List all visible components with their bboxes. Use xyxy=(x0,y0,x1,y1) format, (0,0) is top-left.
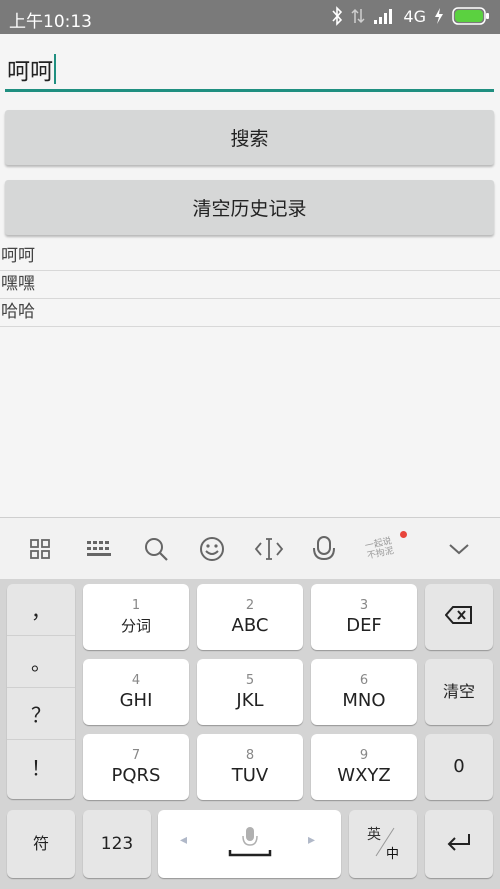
key-label: GHI xyxy=(119,689,153,711)
network-type: 4G xyxy=(403,6,426,26)
backspace-icon xyxy=(444,605,473,629)
punct-comma-key[interactable]: ， xyxy=(7,584,75,636)
punct-question-key[interactable]: ？ xyxy=(7,688,75,740)
app-content: 呵呵 搜索 清空历史记录 呵呵 嘿嘿 哈哈 xyxy=(0,34,500,517)
space-key[interactable]: ◂ ▸ xyxy=(158,810,341,878)
key-label: TUV xyxy=(231,764,269,786)
clear-key-label: 清空 xyxy=(442,682,475,701)
emoji-icon[interactable] xyxy=(195,532,229,566)
punctuation-column: ， 。 ？ ！ xyxy=(7,584,75,799)
key-num: 5 xyxy=(245,672,255,688)
numeric-key[interactable]: 123 xyxy=(83,810,151,878)
space-microphone-icon xyxy=(228,826,272,862)
backspace-key[interactable] xyxy=(425,584,493,650)
punct-period-key[interactable]: 。 xyxy=(7,636,75,688)
zero-key[interactable]: 0 xyxy=(425,734,493,800)
status-time: 上午10:13 xyxy=(9,12,92,32)
keyboard-toolbar: 一起说 不拘泥 xyxy=(0,517,500,579)
space-left-arrow: ◂ xyxy=(180,832,188,848)
charging-icon xyxy=(434,7,444,25)
key-label: WXYZ xyxy=(337,764,391,786)
search-input[interactable]: 呵呵 xyxy=(5,48,494,92)
lang-zh-label: 中 xyxy=(386,847,400,862)
symbol-key-label: 符 xyxy=(32,834,49,853)
key-num: 2 xyxy=(245,597,255,613)
key-num: 4 xyxy=(131,672,141,688)
key-label: 分词 xyxy=(120,616,151,635)
key-4[interactable]: 4 GHI xyxy=(83,659,189,725)
status-bar: 上午10:13 4G xyxy=(0,0,500,34)
enter-key[interactable] xyxy=(425,810,493,878)
status-icons: 4G xyxy=(331,6,490,26)
key-label: MNO xyxy=(342,689,386,711)
history-item[interactable]: 哈哈 xyxy=(0,299,500,327)
microphone-icon[interactable] xyxy=(307,532,341,566)
key-5[interactable]: 5 JKL xyxy=(197,659,303,725)
key-num: 7 xyxy=(131,747,141,763)
keyboard-icon[interactable] xyxy=(82,532,116,566)
key-num: 6 xyxy=(359,672,369,688)
collapse-chevron-icon[interactable] xyxy=(442,532,476,566)
key-label: ABC xyxy=(231,614,269,636)
key-num: 9 xyxy=(359,747,369,763)
language-switch-key[interactable]: 英 中 xyxy=(349,810,417,878)
key-3[interactable]: 3 DEF xyxy=(311,584,417,650)
bluetooth-icon xyxy=(331,6,343,26)
clear-history-button[interactable]: 清空历史记录 xyxy=(5,180,494,235)
cursor-icon[interactable] xyxy=(252,532,286,566)
history-item[interactable]: 嘿嘿 xyxy=(0,271,500,299)
signal-icon xyxy=(373,8,395,24)
history-item[interactable]: 呵呵 xyxy=(0,243,500,271)
key-1[interactable]: 1 分词 xyxy=(83,584,189,650)
search-icon[interactable] xyxy=(139,532,173,566)
key-7[interactable]: 7 PQRS xyxy=(83,734,189,800)
text-caret xyxy=(54,53,56,84)
battery-icon xyxy=(452,7,490,25)
space-right-arrow: ▸ xyxy=(308,832,316,848)
key-num: 3 xyxy=(359,597,369,613)
zero-key-label: 0 xyxy=(453,756,465,777)
search-input-value: 呵呵 xyxy=(7,58,53,85)
key-8[interactable]: 8 TUV xyxy=(197,734,303,800)
clear-key[interactable]: 清空 xyxy=(425,659,493,725)
enter-icon xyxy=(446,832,472,856)
key-label: DEF xyxy=(346,614,382,636)
key-label: JKL xyxy=(236,689,264,711)
numeric-key-label: 123 xyxy=(100,834,134,854)
grid-icon[interactable] xyxy=(23,532,57,566)
key-6[interactable]: 6 MNO xyxy=(311,659,417,725)
keyboard: ， 。 ？ ！ 1 分词 2 ABC 3 DEF 4 GHI 5 JKL 6 M… xyxy=(0,579,500,889)
notification-dot xyxy=(400,531,407,538)
key-label: PQRS xyxy=(111,764,161,786)
key-2[interactable]: 2 ABC xyxy=(197,584,303,650)
symbol-key[interactable]: 符 xyxy=(7,810,75,878)
key-num: 1 xyxy=(131,597,141,613)
punct-exclaim-key[interactable]: ！ xyxy=(7,740,75,792)
key-num: 8 xyxy=(245,747,255,763)
history-list: 呵呵 嘿嘿 哈哈 xyxy=(0,243,500,327)
search-button[interactable]: 搜索 xyxy=(5,110,494,165)
key-9[interactable]: 9 WXYZ xyxy=(311,734,417,800)
handwriting-icon[interactable]: 一起说 不拘泥 xyxy=(363,532,397,566)
data-transfer-icon xyxy=(351,7,365,25)
